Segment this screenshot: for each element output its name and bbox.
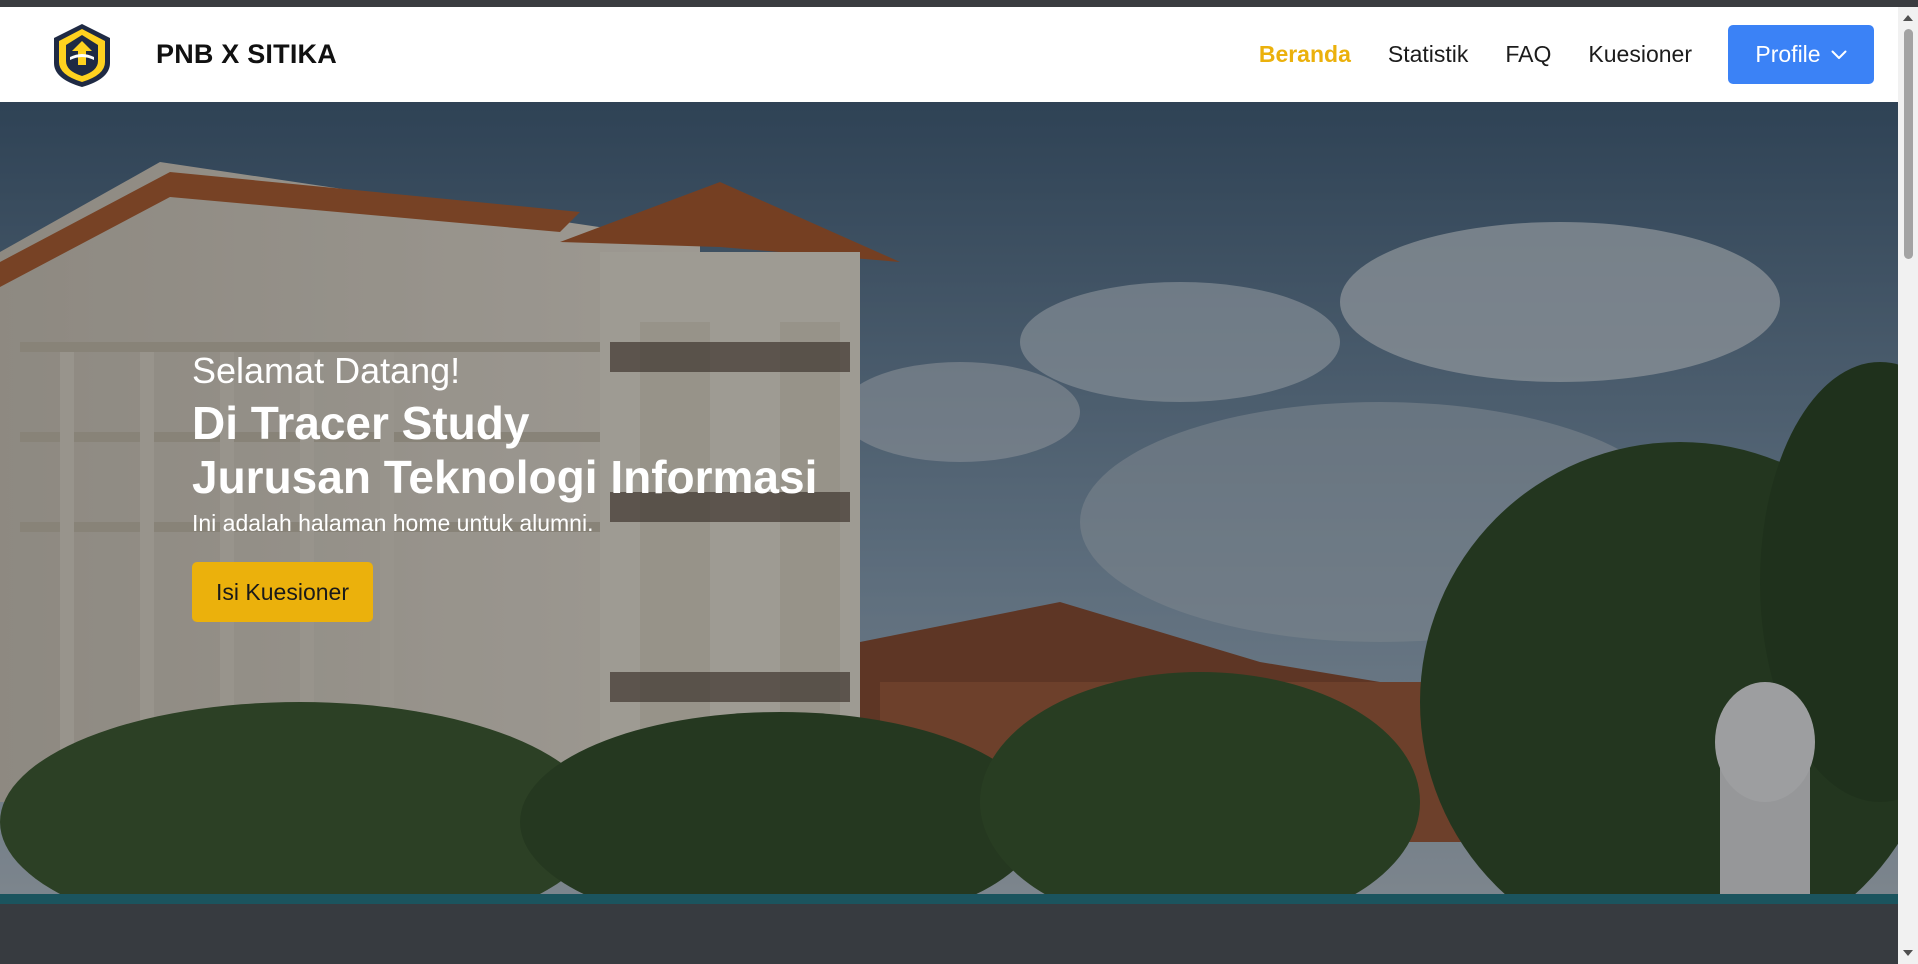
nav-item-kuesioner[interactable]: Kuesioner	[1588, 41, 1692, 68]
navbar: PNB X SITIKA Beranda Statistik FAQ Kuesi…	[0, 7, 1898, 102]
scroll-thumb[interactable]	[1904, 29, 1913, 259]
pnb-emblem-icon[interactable]	[48, 21, 116, 89]
hero-subtext: Ini adalah halaman home untuk alumni.	[192, 510, 594, 536]
nav-item-beranda[interactable]: Beranda	[1259, 41, 1351, 68]
hero-greeting: Selamat Datang!	[192, 350, 461, 391]
scrollbar[interactable]	[1898, 7, 1918, 964]
hero-section: Selamat Datang! Di Tracer Study Jurusan …	[0, 102, 1898, 964]
nav-item-faq[interactable]: FAQ	[1505, 41, 1551, 68]
hero-headline-line1: Di Tracer Study	[192, 397, 530, 449]
isi-kuesioner-button[interactable]: Isi Kuesioner	[192, 562, 373, 622]
hero-content: Selamat Datang! Di Tracer Study Jurusan …	[192, 350, 817, 622]
hero-headline: Di Tracer Study Jurusan Teknologi Inform…	[192, 396, 817, 504]
scroll-down-icon[interactable]	[1903, 950, 1913, 956]
profile-dropdown-button[interactable]: Profile	[1728, 25, 1874, 84]
profile-label: Profile	[1755, 41, 1821, 67]
scroll-up-icon[interactable]	[1903, 15, 1913, 21]
window-top-strip	[0, 0, 1918, 7]
nav-item-statistik[interactable]: Statistik	[1388, 41, 1469, 68]
hero-headline-line2: Jurusan Teknologi Informasi	[192, 451, 818, 503]
brand-name[interactable]: PNB X SITIKA	[156, 39, 337, 70]
chevron-down-icon	[1831, 50, 1847, 59]
nav-links: Beranda Statistik FAQ Kuesioner Profile	[1222, 7, 1874, 102]
